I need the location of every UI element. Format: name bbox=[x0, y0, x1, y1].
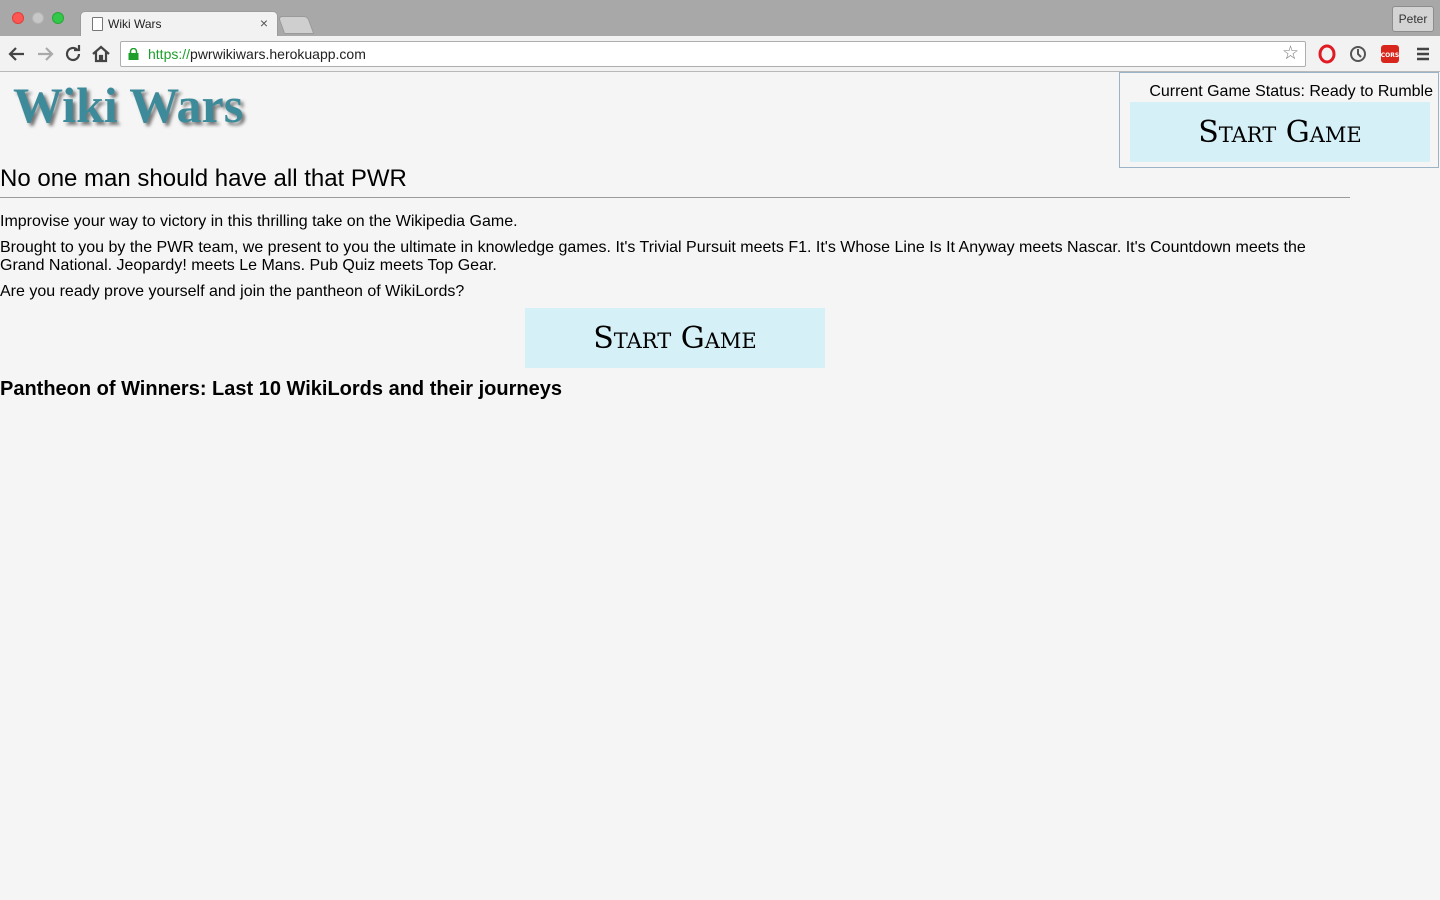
tab-close-icon[interactable]: × bbox=[260, 15, 268, 31]
lock-icon bbox=[128, 48, 139, 60]
start-game-button[interactable]: Start Game bbox=[525, 308, 825, 368]
start-game-button-header[interactable]: Start Game bbox=[1130, 102, 1430, 162]
tab-title: Wiki Wars bbox=[108, 17, 162, 31]
hamburger-menu-icon[interactable] bbox=[1413, 44, 1433, 64]
svg-text:CORS: CORS bbox=[1381, 52, 1399, 59]
divider bbox=[0, 197, 1350, 198]
page-tagline: No one man should have all that PWR bbox=[0, 165, 407, 192]
close-window-button[interactable] bbox=[12, 12, 24, 24]
forward-arrow-icon[interactable] bbox=[33, 42, 57, 66]
minimize-window-button[interactable] bbox=[32, 12, 44, 24]
browser-tab[interactable]: Wiki Wars × bbox=[80, 11, 278, 37]
tab-bar: Wiki Wars × Peter bbox=[0, 0, 1440, 37]
intro-paragraph: Improvise your way to victory in this th… bbox=[0, 213, 518, 230]
home-icon[interactable] bbox=[89, 42, 113, 66]
description-paragraph: Brought to you by the PWR team, we prese… bbox=[0, 239, 1306, 274]
site-logo[interactable]: Wiki Wars bbox=[13, 76, 243, 134]
game-status-label: Current Game Status: Ready to Rumble bbox=[1149, 83, 1433, 100]
address-bar[interactable]: https://pwrwikiwars.herokuapp.com ☆ bbox=[120, 41, 1306, 67]
zoom-window-button[interactable] bbox=[52, 12, 64, 24]
pantheon-heading: Pantheon of Winners: Last 10 WikiLords a… bbox=[0, 378, 562, 400]
reload-icon[interactable] bbox=[61, 42, 85, 66]
bookmark-star-icon[interactable]: ☆ bbox=[1282, 43, 1299, 65]
page-content: Wiki Wars Current Game Status: Ready to … bbox=[0, 72, 1440, 900]
url-text: https://pwrwikiwars.herokuapp.com bbox=[148, 46, 366, 62]
sync-extension-icon[interactable] bbox=[1348, 44, 1368, 64]
back-arrow-icon[interactable] bbox=[5, 42, 29, 66]
new-tab-button[interactable] bbox=[277, 16, 315, 34]
document-icon bbox=[92, 17, 103, 31]
call-to-action-paragraph: Are you ready prove yourself and join th… bbox=[0, 283, 465, 300]
game-status-panel: Current Game Status: Ready to Rumble Sta… bbox=[1119, 72, 1439, 168]
opera-extension-icon[interactable] bbox=[1317, 44, 1337, 64]
browser-toolbar: https://pwrwikiwars.herokuapp.com ☆ CORS bbox=[0, 36, 1440, 72]
browser-chrome: Wiki Wars × Peter https://pwrwikiwars.he… bbox=[0, 0, 1440, 72]
profile-button[interactable]: Peter bbox=[1392, 6, 1434, 32]
cors-extension-icon[interactable]: CORS bbox=[1380, 44, 1400, 64]
